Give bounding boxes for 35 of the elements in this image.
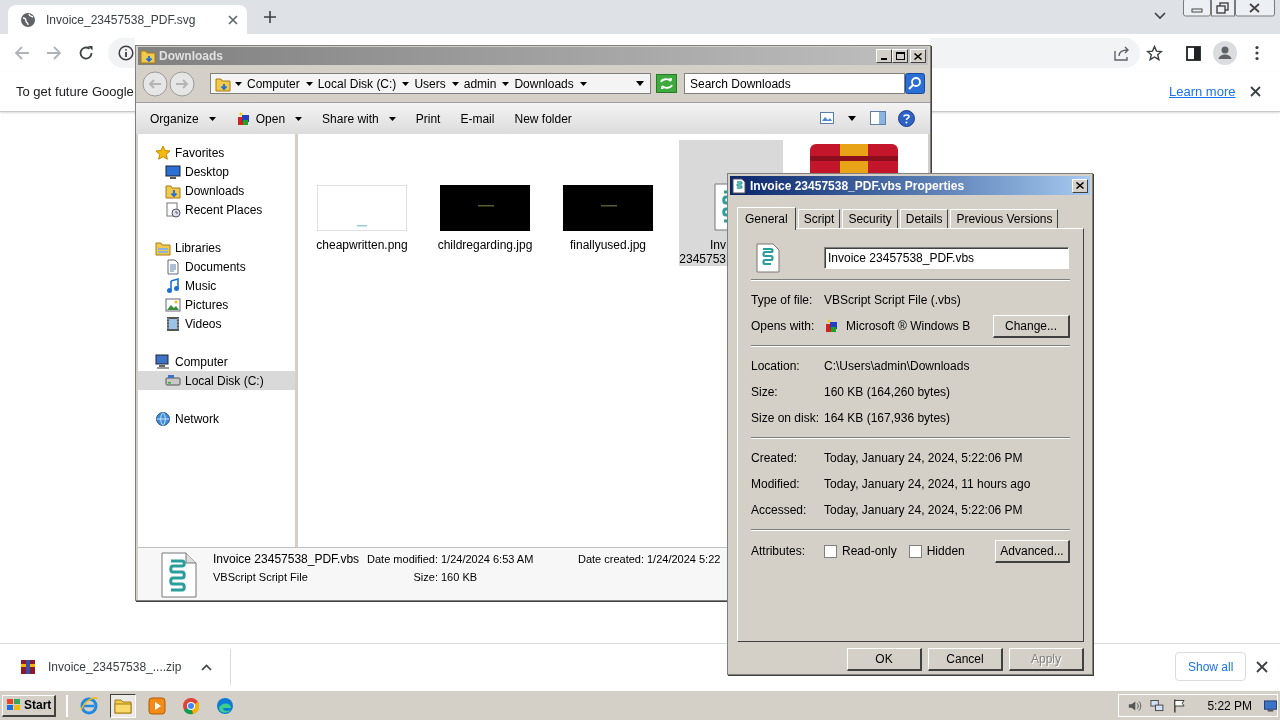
dialog-button: Apply — [1009, 648, 1084, 671]
field-value: 164 KB (167,936 bytes) — [824, 410, 951, 427]
file-name: cheapwritten.png — [316, 238, 408, 252]
field-value: Today, January 24, 2024, 5:22:06 PM — [824, 450, 1023, 467]
field-value: Today, January 24, 2024, 11 hours ago — [824, 476, 1031, 493]
infobar-message: To get future Google — [16, 82, 134, 101]
file-name: childregarding.jpg — [437, 238, 533, 252]
detail-value: 160 KB — [441, 570, 478, 585]
field-label: Size: — [751, 384, 779, 401]
detail-label: Date modified: — [367, 552, 438, 567]
file-name: finallyused.jpg — [569, 238, 647, 252]
field-label: Modified: — [751, 476, 801, 493]
file-name: Invoice 23457538_PDF.vbs — [213, 551, 360, 567]
dialog-title: Invoice 23457538_PDF.vbs Properties — [750, 177, 965, 195]
detail-label: Size: — [413, 570, 438, 585]
attributes-label: Attributes: — [751, 543, 807, 560]
field-label: Opens with: — [751, 318, 816, 335]
file-name: 2345753 — [679, 252, 726, 266]
field-value: 160 KB (164,260 bytes) — [824, 384, 951, 401]
field-value: Microsoft ® Windows B — [846, 318, 972, 335]
clock: 5:22 PM — [1207, 697, 1253, 715]
window-title: Downloads — [159, 48, 223, 65]
field-value: VBScript Script File (.vbs) — [824, 292, 961, 309]
field-label: Accessed: — [751, 502, 808, 519]
field-label: Created: — [751, 450, 799, 467]
field-label: Location: — [751, 358, 801, 375]
file-type: VBScript Script File — [213, 570, 309, 585]
detail-value: 1/24/2024 5:22 — [647, 552, 721, 567]
detail-value: 1/24/2024 6:53 AM — [441, 552, 534, 567]
file-name: Inv — [710, 238, 726, 252]
field-label: Size on disk: — [751, 410, 821, 427]
field-value: Today, January 24, 2024, 5:22:06 PM — [824, 502, 1023, 519]
detail-label: Date created: — [577, 552, 644, 567]
field-label: Type of file: — [751, 292, 814, 309]
field-value: C:\Users\admin\Downloads — [824, 358, 970, 375]
